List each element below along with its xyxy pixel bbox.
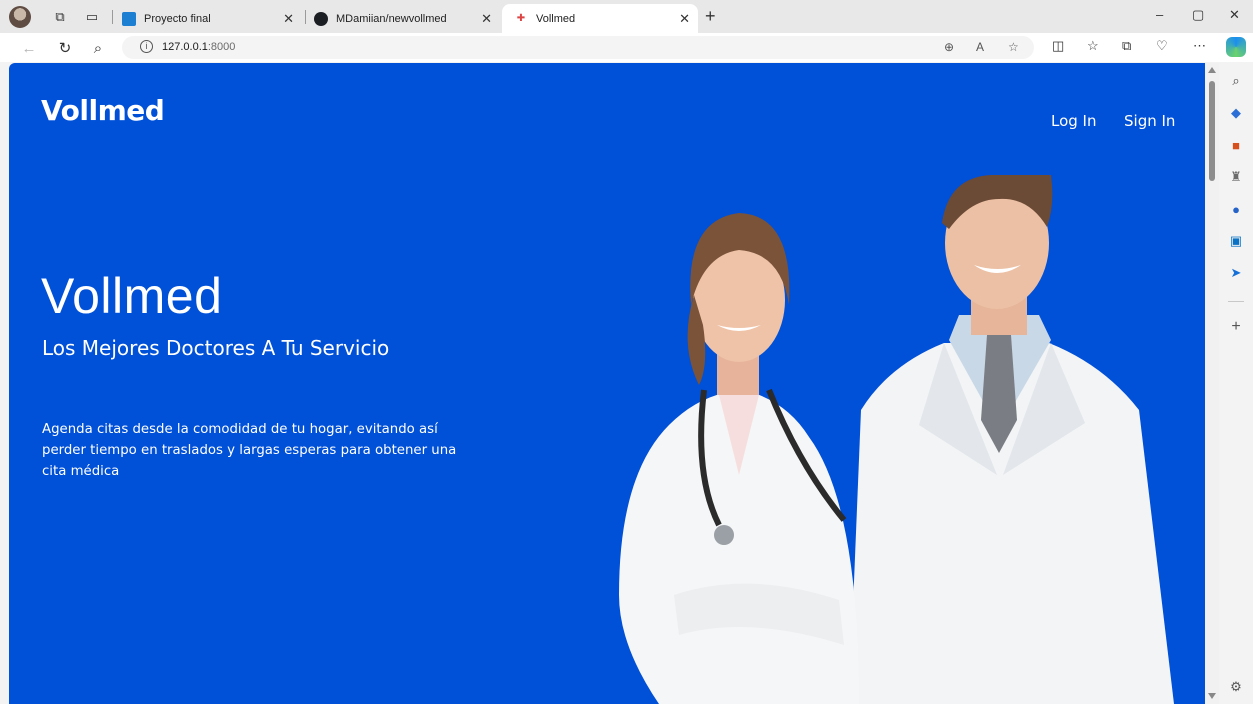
- tab-title: Vollmed: [536, 12, 576, 25]
- address-bar[interactable]: i 127.0.0.1:8000 ⊕ A ☆: [122, 36, 1034, 59]
- hero-subtitle: Los Mejores Doctores A Tu Servicio: [42, 336, 390, 360]
- tab-github[interactable]: MDamiian/newvollmed ✕: [314, 4, 500, 33]
- split-screen-icon[interactable]: ◫: [1052, 38, 1064, 54]
- site-info-icon[interactable]: i: [140, 40, 153, 53]
- office-icon[interactable]: ●: [1228, 201, 1244, 217]
- copilot-icon[interactable]: [1226, 37, 1246, 57]
- settings-icon[interactable]: ⚙: [1228, 679, 1244, 695]
- login-link[interactable]: Log In: [1051, 112, 1097, 130]
- send-icon[interactable]: ➤: [1228, 265, 1244, 281]
- collections-icon[interactable]: ⧉: [1122, 38, 1131, 54]
- favorites-icon[interactable]: ☆: [1087, 38, 1099, 54]
- briefcase-icon[interactable]: ■: [1228, 137, 1244, 153]
- tab-title: Proyecto final: [144, 12, 211, 25]
- browser-essentials-icon[interactable]: ♡: [1156, 38, 1168, 54]
- restore-button[interactable]: ▢: [1192, 7, 1204, 23]
- profile-avatar[interactable]: [9, 6, 31, 28]
- refresh-icon[interactable]: ↻: [54, 37, 76, 59]
- tab-strip: ⧉ ▭ Proyecto final ✕ MDamiian/newvollmed…: [0, 0, 1253, 33]
- tab-vollmed[interactable]: ✚ Vollmed ✕: [502, 4, 698, 33]
- zoom-icon[interactable]: ⊕: [944, 40, 954, 54]
- scroll-thumb[interactable]: [1209, 81, 1215, 181]
- page-viewport: Vollmed Log In Sign In Vollmed Los Mejor…: [9, 63, 1205, 704]
- signin-link[interactable]: Sign In: [1124, 112, 1175, 130]
- minimize-button[interactable]: –: [1156, 7, 1163, 22]
- tag-icon[interactable]: ◆: [1228, 105, 1244, 121]
- workspaces-icon[interactable]: ⧉: [50, 7, 70, 27]
- scroll-up-icon[interactable]: [1208, 67, 1216, 73]
- games-icon[interactable]: ♜: [1228, 169, 1244, 185]
- tab-actions-icon[interactable]: ▭: [82, 7, 102, 27]
- tab-proyecto-final[interactable]: Proyecto final ✕: [122, 4, 302, 33]
- vollmed-favicon-icon: ✚: [514, 11, 528, 26]
- new-tab-button[interactable]: +: [705, 6, 716, 27]
- close-tab-icon[interactable]: ✕: [481, 11, 492, 27]
- vertical-scrollbar[interactable]: [1205, 63, 1219, 704]
- add-icon[interactable]: +: [1228, 318, 1244, 335]
- divider: [1228, 301, 1244, 302]
- read-aloud-icon[interactable]: A: [976, 40, 984, 54]
- hero-description: Agenda citas desde la comodidad de tu ho…: [42, 422, 457, 479]
- back-icon[interactable]: ←: [18, 37, 40, 59]
- edge-sidebar: ⌕ ◆ ■ ♜ ● ▣ ➤ + ⚙: [1219, 63, 1253, 704]
- github-icon: [314, 11, 328, 26]
- tab-title: MDamiian/newvollmed: [336, 12, 447, 25]
- close-tab-icon[interactable]: ✕: [679, 11, 690, 27]
- divider: [305, 10, 306, 24]
- brand-logo[interactable]: Vollmed: [41, 94, 165, 127]
- doctors-illustration: [619, 175, 1174, 704]
- scroll-down-icon[interactable]: [1208, 693, 1216, 699]
- female-doctor-figure: [619, 213, 859, 704]
- divider: [112, 10, 113, 24]
- hero-title: Vollmed: [41, 268, 223, 324]
- close-tab-icon[interactable]: ✕: [283, 11, 294, 27]
- url-text[interactable]: 127.0.0.1:8000: [162, 41, 235, 53]
- toolbar: ← ↻ ⌕ i 127.0.0.1:8000 ⊕ A ☆ ◫ ☆ ⧉ ♡ ⋯: [0, 33, 1253, 62]
- search-icon[interactable]: ⌕: [87, 37, 109, 59]
- outlook-icon[interactable]: ▣: [1228, 233, 1244, 249]
- close-window-button[interactable]: ✕: [1229, 7, 1240, 23]
- search-icon[interactable]: ⌕: [1228, 73, 1244, 89]
- more-menu-icon[interactable]: ⋯: [1193, 38, 1206, 54]
- favorite-star-icon[interactable]: ☆: [1008, 40, 1019, 54]
- classroom-icon: [122, 11, 136, 26]
- male-doctor-figure: [849, 175, 1174, 704]
